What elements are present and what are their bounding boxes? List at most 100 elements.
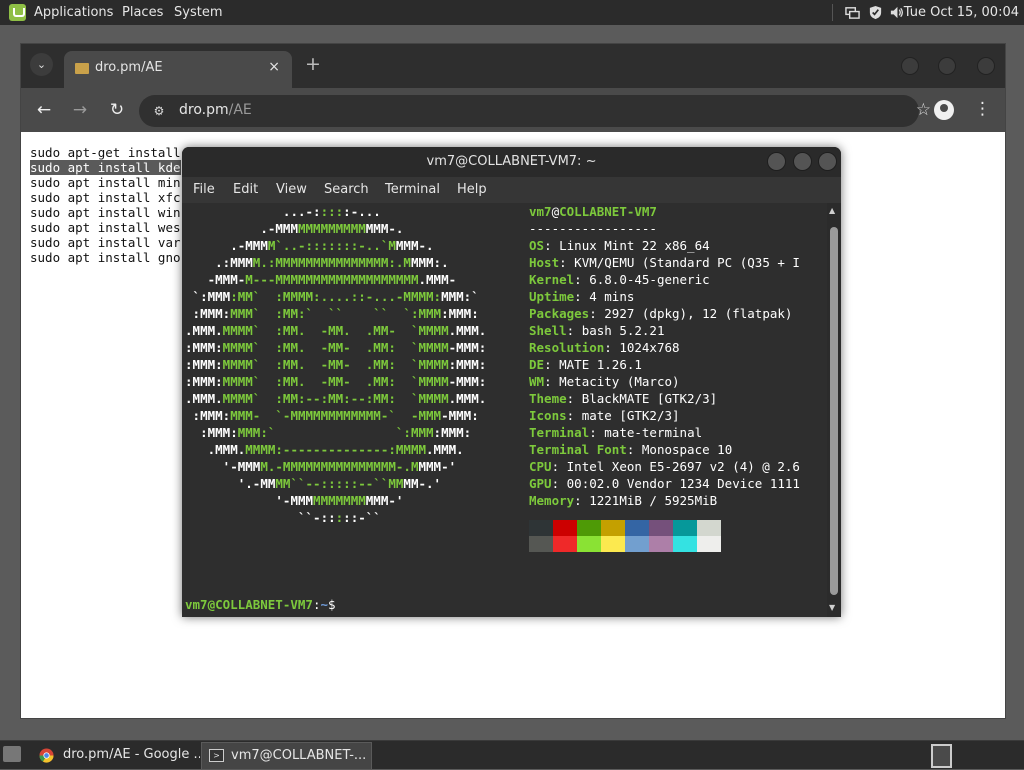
info-line: WM: Metacity (Marco) [529, 373, 680, 390]
terminal-scrollbar[interactable]: ▲ ▼ [827, 203, 841, 617]
tab-bar: ⌄ dro.pm/AE × + [21, 44, 1005, 88]
info-value: mate [GTK2/3] [581, 408, 680, 423]
info-value: BlackMATE [GTK2/3] [581, 391, 718, 406]
terminal-menu-edit[interactable]: Edit [233, 182, 258, 197]
mint-menu-icon[interactable] [9, 4, 26, 21]
terminal-maximize-button[interactable] [793, 152, 812, 171]
url-host: dro.pm [179, 102, 229, 118]
info-key: CPU [529, 459, 552, 474]
terminal-menu-help[interactable]: Help [457, 182, 487, 197]
info-separator: ----------------- [529, 221, 657, 236]
profile-avatar-icon[interactable] [934, 100, 954, 120]
info-key: Uptime [529, 289, 575, 304]
info-colon: : [559, 255, 575, 270]
task-browser[interactable]: dro.pm/AE - Google ... [32, 742, 200, 768]
tab-title: dro.pm/AE [95, 60, 163, 75]
info-colon: : [574, 289, 590, 304]
workspace-switcher[interactable] [931, 744, 952, 768]
show-desktop-icon[interactable] [3, 746, 21, 762]
terminal-minimize-button[interactable] [767, 152, 786, 171]
logo-line: :MMM:MMMM` :MM. -MM- .MM: `MMMM-MMM: [185, 340, 487, 355]
bottom-panel: dro.pm/AE - Google ... > vm7@COLLABNET-.… [0, 740, 1024, 770]
reload-icon[interactable]: ↻ [106, 99, 128, 121]
tab-close-button[interactable]: × [268, 59, 280, 75]
logo-line: ...-:::::-... [282, 204, 381, 219]
volume-icon[interactable] [889, 5, 904, 20]
back-arrow-icon[interactable]: ← [33, 99, 55, 121]
task-terminal[interactable]: > vm7@COLLABNET-... [201, 742, 372, 770]
command-line: sudo apt install gno [30, 250, 181, 265]
info-value: Metacity (Marco) [559, 374, 680, 389]
header-user: vm7 [529, 204, 552, 219]
terminal-close-button[interactable] [818, 152, 837, 171]
info-value: MATE 1.26.1 [559, 357, 642, 372]
menu-applications[interactable]: Applications [34, 0, 113, 25]
palette-swatch [553, 520, 577, 536]
bookmark-star-icon[interactable]: ☆ [916, 100, 931, 120]
top-panel: Applications Places System Tue Oct 15, 0… [0, 0, 1024, 25]
page-content: sudo apt-get install sudo apt install kde… [30, 145, 181, 265]
tab-search-button[interactable]: ⌄ [30, 53, 53, 76]
info-value: KVM/QEMU (Standard PC (Q35 + I [574, 255, 800, 270]
info-value: 1024x768 [619, 340, 680, 355]
minimize-button[interactable] [901, 57, 919, 75]
logo-line: :MMM:MMM- `-MMMMMMMMMMMM-` -MMM-MMM: [192, 408, 479, 423]
info-value: Monospace 10 [641, 442, 733, 457]
info-line: OS: Linux Mint 22 x86_64 [529, 237, 710, 254]
network-icon[interactable] [845, 5, 860, 20]
site-info-icon[interactable]: ⚙ [151, 103, 167, 119]
terminal-output[interactable]: ...-:::::-... .-MMMMMMMMMMMMMMM-. .-MMMM… [182, 203, 827, 617]
terminal-menubar: File Edit View Search Terminal Help [182, 177, 841, 203]
clock[interactable]: Tue Oct 15, 00:04 [904, 0, 1019, 25]
browser-menu-icon[interactable]: ⋮ [974, 99, 991, 119]
terminal-menu-search[interactable]: Search [324, 182, 369, 197]
info-key: OS [529, 238, 545, 253]
terminal-menu-view[interactable]: View [276, 182, 307, 197]
info-colon: : [626, 442, 642, 457]
terminal-menu-file[interactable]: File [193, 182, 215, 197]
info-line: Packages: 2927 (dpkg), 12 (flatpak) [529, 305, 792, 322]
info-line: Kernel: 6.8.0-45-generic [529, 271, 710, 288]
maximize-button[interactable] [938, 57, 956, 75]
terminal-icon: > [209, 749, 224, 762]
info-value: Intel Xeon E5-2697 v2 (4) @ 2.6 [566, 459, 800, 474]
logo-line: .:MMMM.:MMMMMMMMMMMMMMM:.MMMM:. [215, 255, 449, 270]
logo-line: :MMM:MMMM` :MM. -MM- .MM: `MMMM:MMM: [185, 357, 487, 372]
terminal-menu-terminal[interactable]: Terminal [385, 182, 440, 197]
shield-icon[interactable] [868, 5, 883, 20]
info-line: GPU: 00:02.0 Vendor 1234 Device 1111 [529, 475, 800, 492]
menu-places[interactable]: Places [122, 0, 163, 25]
address-bar[interactable]: ⚙ dro.pm/AE ☆ [139, 95, 931, 127]
info-value: 1221MiB / 5925MiB [589, 493, 718, 508]
task-browser-label: dro.pm/AE - Google ... [63, 747, 200, 762]
logo-line: .-MMMMMMMMMMMMMMM-. [260, 221, 404, 236]
menu-system[interactable]: System [174, 0, 222, 25]
palette-swatch [649, 520, 673, 536]
info-line: DE: MATE 1.26.1 [529, 356, 642, 373]
url-text[interactable]: dro.pm/AE [179, 102, 252, 118]
scroll-thumb[interactable] [830, 227, 838, 595]
palette-swatch [625, 520, 649, 536]
info-key: GPU [529, 476, 552, 491]
palette-swatch [577, 520, 601, 536]
info-value: mate-terminal [604, 425, 703, 440]
info-colon: : [544, 357, 560, 372]
info-value: 6.8.0-45-generic [589, 272, 710, 287]
logo-line: :MMM:MMM:` `:MMM:MMM: [200, 425, 472, 440]
forward-arrow-icon[interactable]: → [69, 99, 91, 121]
logo-line: .-MMMM`..-:::::::-..`MMMM-. [230, 238, 434, 253]
info-key: Packages [529, 306, 590, 321]
browser-toolbar: ← → ↻ ⚙ dro.pm/AE ☆ ⋮ [21, 88, 1005, 132]
browser-tab[interactable]: dro.pm/AE × [64, 51, 292, 88]
command-line: sudo apt install xfc [30, 190, 181, 205]
command-line: sudo apt install min [30, 175, 181, 190]
scroll-down-arrow-icon[interactable]: ▼ [829, 603, 835, 612]
info-key: Theme [529, 391, 567, 406]
shell-prompt[interactable]: vm7@COLLABNET-VM7:~$ [185, 597, 336, 612]
logo-line: '-MMMM.-MMMMMMMMMMMMMMM-.MMMM-' [222, 459, 457, 474]
scroll-up-arrow-icon[interactable]: ▲ [829, 206, 835, 215]
info-key: Terminal Font [529, 442, 627, 457]
close-window-button[interactable] [977, 57, 995, 75]
new-tab-button[interactable]: + [305, 54, 321, 74]
info-line: Shell: bash 5.2.21 [529, 322, 665, 339]
